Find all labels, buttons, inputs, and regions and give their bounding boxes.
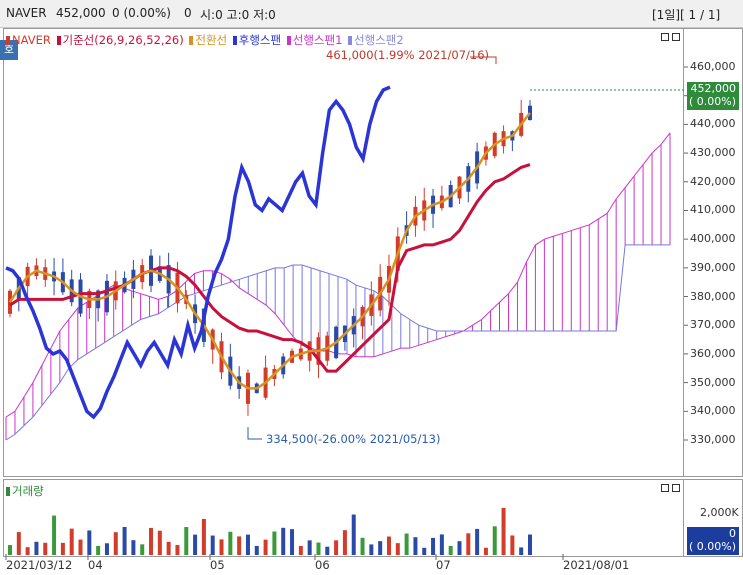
y-tick-label: 350,000 [690,375,736,389]
legend-base-swatch [56,36,61,45]
price-change: 0 (0.00%) [112,6,171,20]
legend-volume-swatch [6,487,10,496]
y-tick-label: 390,000 [690,260,736,274]
volume-close-icon[interactable] [672,484,680,492]
page-indicator[interactable]: [1일][ 1 / 1] [652,6,720,23]
legend-lead1-swatch [286,36,291,45]
legend-lead2: 선행스팬2 [354,33,404,47]
legend-naver-swatch [6,36,10,45]
legend-lead2-swatch [348,36,353,45]
legend-lag-swatch [232,36,237,45]
low-annotation: 334,500(-26.00% 2021/05/13) [266,432,441,446]
y-tick-label: 360,000 [690,346,736,360]
chart-legend: NAVER 기준선(26,9,26,52,26) 전환선 후행스팬 선행스팬1 … [6,32,406,48]
volume-tag-value: 0 [729,527,736,540]
price-panel[interactable] [3,28,684,477]
y-tick-label: 400,000 [690,232,736,246]
volume-maximize-icon[interactable] [661,484,669,492]
volume-tag-pct: ( 0.00%) [688,540,736,553]
x-label-1: 04 [88,558,103,572]
legend-naver: NAVER [12,33,51,47]
y-tick-label: 460,000 [690,60,736,73]
legend-conv: 전환선 [195,33,228,47]
y-tick-label: 420,000 [690,174,736,188]
x-label-0: 2021/03/12 [6,558,73,572]
legend-base: 기준선(26,9,26,52,26) [62,33,184,47]
y-tick-label: 340,000 [690,404,736,418]
y-tick-label: 430,000 [690,146,736,160]
volume-panel[interactable] [3,479,684,557]
y-tick-label: 380,000 [690,289,736,303]
ohlc-readout: 시:0 고:0 저:0 [200,8,276,22]
last-price-pct: ( 0.00%) [688,95,736,108]
panel-maximize-icon[interactable] [661,33,669,41]
y-tick-label: 410,000 [690,203,736,217]
title-bar: NAVER 452,000 0 (0.00%) 0 시:0 고:0 저:0 [1… [0,0,743,28]
volume-legend: 거래량 [6,483,46,499]
y-tick-label: 370,000 [690,318,736,332]
panel-close-icon[interactable] [672,33,680,41]
volume-readout: 0 [184,6,192,20]
x-label-2: 05 [210,558,225,572]
last-price-tag: 452,000 ( 0.00%) [687,82,739,110]
y-tick-label: 440,000 [690,117,736,131]
symbol-name: NAVER [6,6,47,20]
x-label-5: 2021/08/01 [563,558,630,572]
y-tick-label: 330,000 [690,433,736,446]
x-label-3: 06 [315,558,330,572]
legend-lead1: 선행스팬1 [292,33,343,47]
last-price-value: 452,000 [690,82,737,95]
volume-tag: 0 ( 0.00%) [687,527,739,555]
high-annotation: 461,000(1.99% 2021/07/16) [326,48,489,62]
x-label-4: 07 [436,558,451,572]
volume-axis-label: 2,000K [700,506,739,519]
current-price: 452,000 [56,6,106,20]
legend-lag: 후행스팬 [238,33,282,47]
legend-conv-swatch [189,36,194,45]
legend-volume: 거래량 [12,484,44,498]
